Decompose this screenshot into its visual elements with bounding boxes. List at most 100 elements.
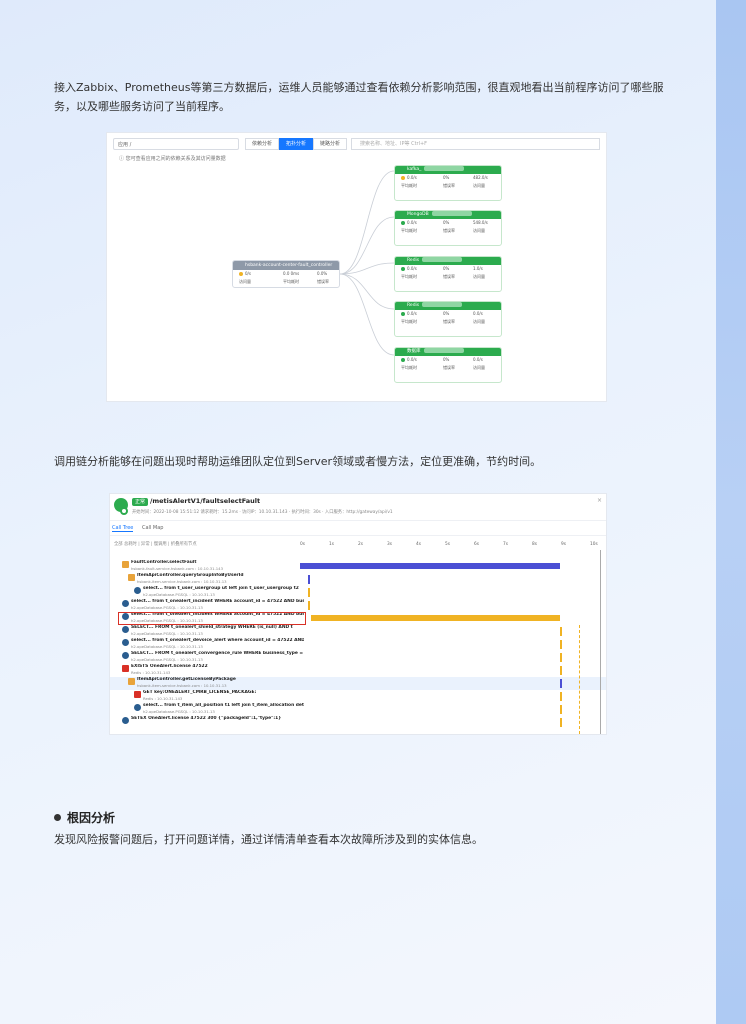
node-name: Redis <box>407 303 420 308</box>
segment-dependency[interactable]: 依赖分析 <box>245 138 279 150</box>
app-select[interactable]: 应用 / <box>113 138 239 150</box>
trace-filter-bar[interactable]: 全部 总耗时 | 异常 | 慢调用 | 折叠所有节点 <box>114 541 197 547</box>
table-row[interactable]: select... from t_onealert_incident WHERE… <box>110 599 606 612</box>
segment-topology[interactable]: 拓扑分析 <box>279 138 313 150</box>
span-name: ItemApiController.getLicenseByPackage <box>137 677 236 682</box>
search-input[interactable]: 搜索名称、地址、IP等 Ctrl+F <box>351 138 600 150</box>
axis-tick-label: 10s <box>590 542 598 547</box>
axis-tick-label: 8s <box>532 542 537 547</box>
table-row[interactable]: EXISTS OneAlert.license 47522 Redis : 10.… <box>110 664 606 677</box>
node-name: kafka_ <box>407 167 422 172</box>
table-row[interactable]: select... from t_user_usergroup ut left … <box>110 586 606 599</box>
span-endpoint: Redis : 10.10.31.143 <box>131 670 171 675</box>
database-icon <box>122 600 129 607</box>
axis-tick-label: 5s <box>445 542 450 547</box>
span-endpoint: h2.opeDatabase.PGSQL : 10.10.31.13 <box>131 631 203 636</box>
table-row[interactable]: FaultController.selectFault hsbank-fault-… <box>110 560 606 573</box>
redis-icon <box>134 691 141 698</box>
right-decorative-band <box>716 0 746 1024</box>
dependency-toolbar: 应用 / 依赖分析 拓扑分析 链路分析 搜索名称、地址、IP等 Ctrl+F <box>113 138 600 152</box>
axis-tick-label: 1s <box>329 542 334 547</box>
dependency-node[interactable]: MongoDB 0.0/s 0% 548.0/s 平均耗时 错误率 访问量 <box>394 210 502 246</box>
trace-title: /metisAlertV1/faultselectFault <box>150 497 261 505</box>
dependency-node[interactable]: Redis 0.0/s 0% 1.0/s 平均耗时 错误率 访问量 <box>394 256 502 292</box>
timeline-end-line <box>600 550 601 734</box>
node-name: Redis <box>407 258 420 263</box>
service-icon <box>122 561 129 568</box>
span-duration-bar <box>560 718 562 727</box>
span-endpoint: h2.opeDatabase.PGSQL : 10.10.31.13 <box>143 592 215 597</box>
dependency-analysis-screenshot: 应用 / 依赖分析 拓扑分析 链路分析 搜索名称、地址、IP等 Ctrl+F ⓘ… <box>107 133 606 401</box>
tab-call-tree[interactable]: Call Tree <box>112 525 134 532</box>
span-duration-bar <box>308 601 310 610</box>
trace-meta: 开始时间：2022-10-08 15:51:12 请求耗时：15.2ms · 访… <box>132 510 393 515</box>
trace-analysis-screenshot: 正常 /metisAlertV1/faultselectFault 开始时间：2… <box>110 494 606 734</box>
span-duration-bar <box>308 588 310 597</box>
info-icon: ⓘ <box>119 156 126 162</box>
span-duration-bar <box>300 563 561 569</box>
center-node-labels: 访问量 平均耗时 错误率 <box>239 279 329 284</box>
database-icon <box>122 639 129 646</box>
dependency-node[interactable]: Redis 0.0/s 0% 0.0/s 平均耗时 错误率 访问量 <box>394 301 502 337</box>
app-select-label: 应用 / <box>118 142 132 148</box>
database-icon <box>122 717 129 724</box>
trace-tabs: Call Tree Call Map <box>110 524 606 536</box>
span-endpoint: h2.opeDatabase.PGSQL : 10.10.31.13 <box>131 605 203 610</box>
node-name: MongoDB <box>407 212 429 217</box>
span-duration-bar <box>311 615 561 621</box>
span-duration-bar <box>560 679 562 688</box>
span-name: EXISTS OneAlert.license 47522 <box>131 664 208 669</box>
table-row[interactable]: SETEX OneAlert.license 47522 300 {"packa… <box>110 716 606 729</box>
span-name: GET key:ONEALERT_CMRB_LICENSE_PACKAGE: <box>143 690 257 695</box>
span-name: ItemApiController.queryGroupInfoByUserId <box>137 573 244 578</box>
table-row[interactable]: GET key:ONEALERT_CMRB_LICENSE_PACKAGE: Re… <box>110 690 606 703</box>
axis-tick-label: 0s <box>300 542 305 547</box>
tab-call-map[interactable]: Call Map <box>142 525 163 531</box>
span-endpoint: hsbank-item-service.hsbank.com : 10.10.3… <box>137 683 227 688</box>
dependency-node[interactable]: kafka_ 0.0/s 0% 482.0/s 平均耗时 错误率 访问量 <box>394 165 502 201</box>
span-endpoint: h2.opeDatabase.PGSQL : 10.10.31.13 <box>143 709 215 714</box>
span-endpoint: hsbank-fault-service.hsbank.com : 10.10.… <box>131 566 223 571</box>
center-node-title: hsbank-account-center-fault_controller <box>233 261 339 270</box>
timeline-axis: 0s 1s 2s 3s 4s 5s 6s 7s 8s 9s 10s <box>300 542 600 548</box>
span-endpoint: h2.opeDatabase.PGSQL : 10.10.31.13 <box>131 657 203 662</box>
info-tip: ⓘ 您可查看应用之间的依赖关系及其访问量数据 <box>119 156 226 162</box>
table-row[interactable]: SELECT... FROM t_onealert_shield_strateg… <box>110 625 606 638</box>
span-duration-bar <box>308 575 310 584</box>
end-marker-line <box>579 625 581 734</box>
span-name: SELECT... FROM t_onealert_shield_strateg… <box>131 625 293 630</box>
trace-header: 正常 /metisAlertV1/faultselectFault 开始时间：2… <box>110 494 606 521</box>
segment-trace[interactable]: 链路分析 <box>313 138 347 150</box>
span-name: select... from t_user_usergroup ut left … <box>143 586 299 591</box>
axis-tick-label: 9s <box>561 542 566 547</box>
axis-tick-label: 3s <box>387 542 392 547</box>
database-icon <box>122 626 129 633</box>
trace-paragraph: 调用链分析能够在问题出现时帮助运维团队定位到Server领域或者慢方法，定位更准… <box>54 455 542 468</box>
span-name: FaultController.selectFault <box>131 560 197 565</box>
search-logo-icon <box>114 498 128 515</box>
axis-tick-label: 4s <box>416 542 421 547</box>
span-duration-bar <box>560 653 562 662</box>
table-row[interactable]: select... from t_item_all_position t1 le… <box>110 703 606 716</box>
bullet-icon <box>54 814 61 821</box>
table-row[interactable]: select... from t_onealert_devoice_alert … <box>110 638 606 651</box>
table-row[interactable]: ItemApiController.queryGroupInfoByUserId… <box>110 573 606 586</box>
close-icon[interactable]: × <box>597 497 602 504</box>
span-name: SETEX OneAlert.license 47522 300 {"packa… <box>131 716 282 721</box>
span-duration-bar <box>560 640 562 649</box>
span-name: select... from t_onealert_incident WHERE… <box>131 599 304 604</box>
center-node-values: 0/s 0.0 0ms 0.0% <box>233 270 339 278</box>
span-endpoint: h2.opeDatabase.PGSQL : 10.10.31.13 <box>131 644 203 649</box>
redis-icon <box>122 665 129 672</box>
axis-tick-label: 2s <box>358 542 363 547</box>
section-heading: 根因分析 <box>54 809 115 826</box>
center-service-node[interactable]: hsbank-account-center-fault_controller 0… <box>232 260 340 288</box>
span-endpoint: Redis : 10.10.31.143 <box>143 696 183 701</box>
table-row[interactable]: ItemApiController.getLicenseByPackage hsb… <box>110 677 606 690</box>
span-duration-bar <box>560 692 562 701</box>
span-name: SELECT... FROM t_onealert_convergence_ru… <box>131 651 304 656</box>
dependency-node[interactable]: 数据库 0.0/s 0% 0.0/s 平均耗时 错误率 访问量 <box>394 347 502 383</box>
database-icon <box>122 652 129 659</box>
highlight-box <box>118 612 306 625</box>
table-row[interactable]: SELECT... FROM t_onealert_convergence_ru… <box>110 651 606 664</box>
